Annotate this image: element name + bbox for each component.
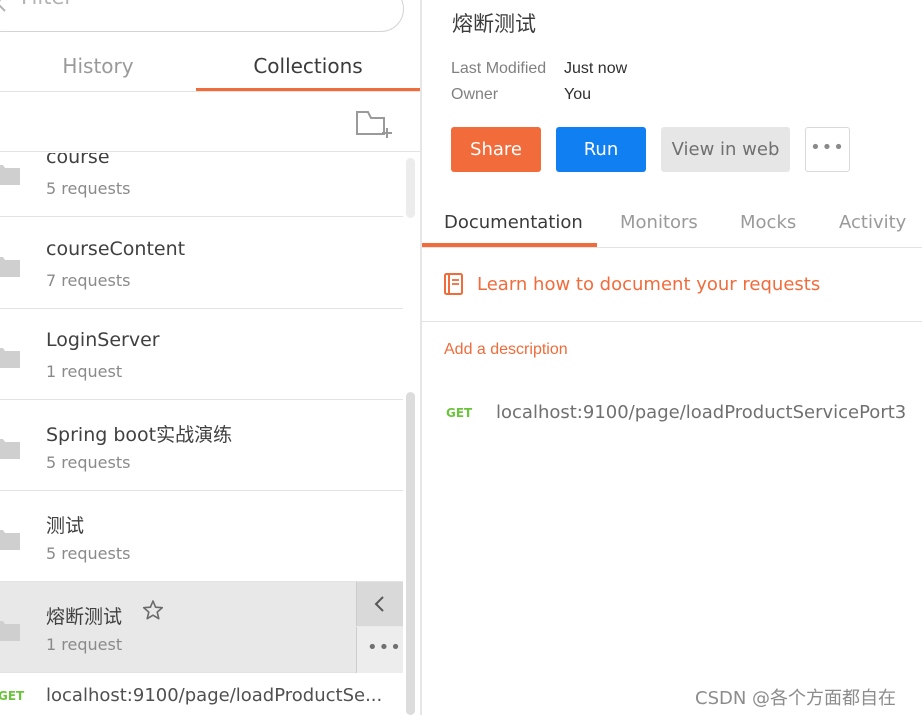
add-description-link[interactable]: Add a description [444,341,568,359]
collection-item-selected[interactable]: 熔断测试 1 request ••• [0,582,403,673]
collection-count: 7 requests [46,271,131,290]
request-item[interactable]: GET localhost:9100/page/loadProductSe... [0,673,403,715]
last-modified-label: Last Modified [451,60,547,77]
new-collection-icon[interactable] [354,106,396,140]
collapse-button[interactable] [356,582,403,626]
more-icon: ••• [367,637,402,658]
folder-icon [0,439,20,459]
folder-icon [0,621,20,641]
collection-count: 5 requests [46,453,131,472]
tab-mocks[interactable]: Mocks [740,212,796,233]
owner-label: Owner [451,86,499,103]
collection-item[interactable]: Spring boot实战演练 5 requests [0,400,403,491]
request-url: localhost:9100/page/loadProductSe... [46,685,383,706]
collection-count: 1 request [46,362,123,381]
collection-name: 测试 [46,515,85,537]
collection-title: 熔断测试 [452,12,536,36]
collection-more-button[interactable]: ••• [356,627,403,673]
collection-item[interactable]: 测试 5 requests [0,491,403,582]
book-icon [444,273,463,295]
tab-activity[interactable]: Activity [839,212,906,233]
folder-icon [0,348,20,368]
section-divider [422,321,922,322]
request-url-link[interactable]: localhost:9100/page/loadProductServicePo… [496,402,906,423]
collection-detail: 熔断测试 Last Modified Just now Owner You Sh… [422,0,922,715]
run-button[interactable]: Run [556,127,646,172]
learn-documentation-link[interactable]: Learn how to document your requests [477,274,820,295]
chevron-left-icon [374,596,384,612]
collection-name: Spring boot实战演练 [46,424,233,446]
sidebar: Filter History Collections course 5 requ… [0,0,420,715]
folder-icon [0,530,20,550]
tab-documentation[interactable]: Documentation [444,212,583,233]
tab-monitors[interactable]: Monitors [620,212,698,233]
tab-divider [422,247,922,248]
scrollbar-track-highlight [406,158,415,218]
collection-name: 熔断测试 [46,606,123,628]
collection-count: 5 requests [46,179,131,198]
collections-list: course 5 requests courseContent 7 reques… [0,153,404,715]
filter-input[interactable]: Filter [0,0,404,32]
folder-icon [0,257,20,277]
collection-name: courseContent [46,238,186,260]
collection-item[interactable]: LoginServer 1 request [0,309,403,400]
filter-placeholder: Filter [21,0,73,9]
collection-count: 1 request [46,635,123,654]
star-icon[interactable] [142,599,164,621]
share-button[interactable]: Share [451,127,541,172]
watermark: CSDN @各个方面都自在 [695,688,897,709]
collections-toolbar [0,92,420,152]
scrollbar-thumb[interactable] [406,392,415,715]
request-method: GET [446,406,473,420]
more-options-button[interactable]: ••• [805,127,850,172]
tab-history[interactable]: History [0,48,196,92]
collection-item[interactable]: courseContent 7 requests [0,218,403,309]
collection-count: 5 requests [46,544,131,563]
collection-name: course [46,153,110,168]
collection-item[interactable]: course 5 requests [0,153,403,217]
owner-value: You [564,86,591,103]
view-in-web-button[interactable]: View in web [661,127,790,172]
tab-collections[interactable]: Collections [196,48,420,92]
last-modified-value: Just now [564,60,628,77]
collection-name: LoginServer [46,329,160,351]
folder-icon [0,165,20,185]
request-method: GET [0,689,25,703]
search-icon [0,0,6,12]
